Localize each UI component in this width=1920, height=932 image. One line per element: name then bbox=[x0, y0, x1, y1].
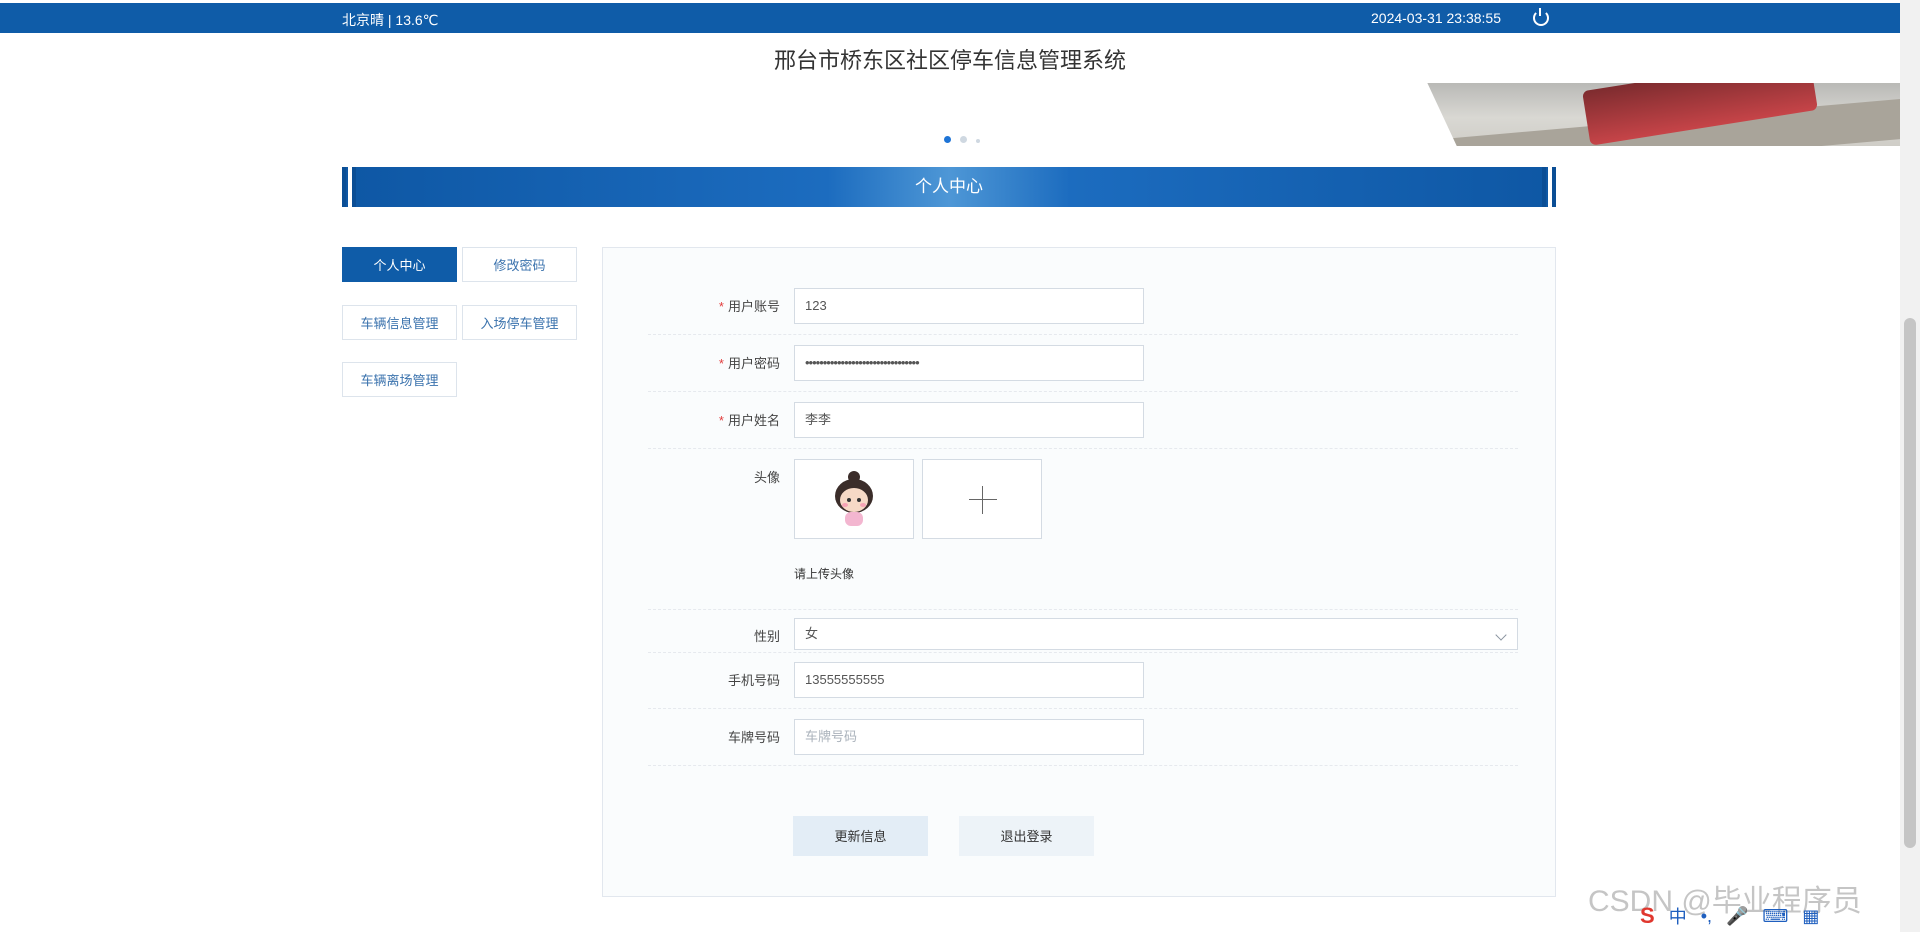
form-row-plate: 车牌号码 车牌号码 bbox=[648, 708, 1518, 766]
ime-tray: S 中 •, 🎤 ⌨ ▦ bbox=[1640, 903, 1819, 929]
section-title: 个人中心 bbox=[915, 177, 983, 196]
menu-vehicle-info[interactable]: 车辆信息管理 bbox=[342, 305, 457, 340]
section-title-bar: 个人中心 bbox=[342, 167, 1556, 207]
punctuation-mode[interactable]: •, bbox=[1701, 906, 1712, 927]
datetime-text: 2024-03-31 23:38:55 bbox=[1371, 10, 1501, 26]
ime-mode-label[interactable]: 中 bbox=[1669, 903, 1687, 929]
carousel-dot[interactable] bbox=[976, 139, 980, 143]
avatar-thumbnail[interactable] bbox=[794, 459, 914, 539]
banner-image bbox=[1365, 83, 1900, 146]
menu-entry-parking[interactable]: 入场停车管理 bbox=[462, 305, 577, 340]
carousel-dot[interactable] bbox=[944, 136, 951, 143]
keyboard-icon[interactable]: ⌨ bbox=[1762, 906, 1788, 927]
avatar-image bbox=[835, 471, 873, 526]
scrollbar-thumb[interactable] bbox=[1904, 318, 1916, 848]
account-input[interactable]: 123 bbox=[794, 288, 1144, 324]
gender-label: 性别 bbox=[753, 629, 780, 644]
menu-change-password[interactable]: 修改密码 bbox=[462, 247, 577, 282]
power-icon[interactable] bbox=[1533, 8, 1549, 26]
form-row-phone: 手机号码 13555555555 bbox=[648, 652, 1518, 709]
chevron-down-icon bbox=[1495, 629, 1507, 641]
phone-label: 手机号码 bbox=[727, 673, 780, 688]
carousel-indicators bbox=[944, 130, 989, 148]
gender-select[interactable]: 女 bbox=[794, 618, 1518, 650]
sogou-logo-icon[interactable]: S bbox=[1640, 903, 1655, 929]
system-title: 邢台市桥东区社区停车信息管理系统 bbox=[773, 48, 1126, 73]
menu-personal-center[interactable]: 个人中心 bbox=[342, 247, 457, 282]
avatar-label: 头像 bbox=[753, 470, 780, 485]
logout-button[interactable]: 退出登录 bbox=[959, 816, 1094, 856]
phone-input[interactable]: 13555555555 bbox=[794, 662, 1144, 698]
profile-form-panel: * 用户账号 123 * 用户密码 ••••••••••••••••••••••••… bbox=[602, 247, 1556, 897]
password-input[interactable]: •••••••••••••••••••••••••••••••• bbox=[794, 345, 1144, 381]
update-info-button[interactable]: 更新信息 bbox=[793, 816, 928, 856]
microphone-icon[interactable]: 🎤 bbox=[1726, 906, 1748, 927]
avatar-upload-button[interactable] bbox=[922, 459, 1042, 539]
carousel-dot[interactable] bbox=[960, 136, 967, 143]
plus-icon bbox=[969, 499, 997, 500]
name-input[interactable]: 李李 bbox=[794, 402, 1144, 438]
form-row-password: * 用户密码 •••••••••••••••••••••••••••••••• bbox=[648, 345, 1518, 392]
account-label: * 用户账号 bbox=[718, 299, 780, 314]
weather-text: 北京晴 | 13.6℃ bbox=[342, 12, 439, 28]
password-label: * 用户密码 bbox=[718, 356, 780, 371]
gender-selected-value: 女 bbox=[805, 626, 819, 641]
form-row-account: * 用户账号 123 bbox=[648, 288, 1518, 335]
top-bar: 北京晴 | 13.6℃ 2024-03-31 23:38:55 bbox=[0, 3, 1900, 33]
name-label: * 用户姓名 bbox=[718, 413, 780, 428]
form-row-gender: 性别 女 bbox=[648, 609, 1518, 653]
apps-icon[interactable]: ▦ bbox=[1802, 906, 1819, 927]
form-row-name: * 用户姓名 李李 bbox=[648, 402, 1518, 449]
menu-vehicle-exit[interactable]: 车辆离场管理 bbox=[342, 362, 457, 397]
avatar-hint: 请上传头像 bbox=[794, 567, 855, 581]
plate-input[interactable]: 车牌号码 bbox=[794, 719, 1144, 755]
form-row-avatar: 头像 请上传头像 bbox=[648, 459, 1518, 610]
plate-label: 车牌号码 bbox=[727, 730, 780, 745]
